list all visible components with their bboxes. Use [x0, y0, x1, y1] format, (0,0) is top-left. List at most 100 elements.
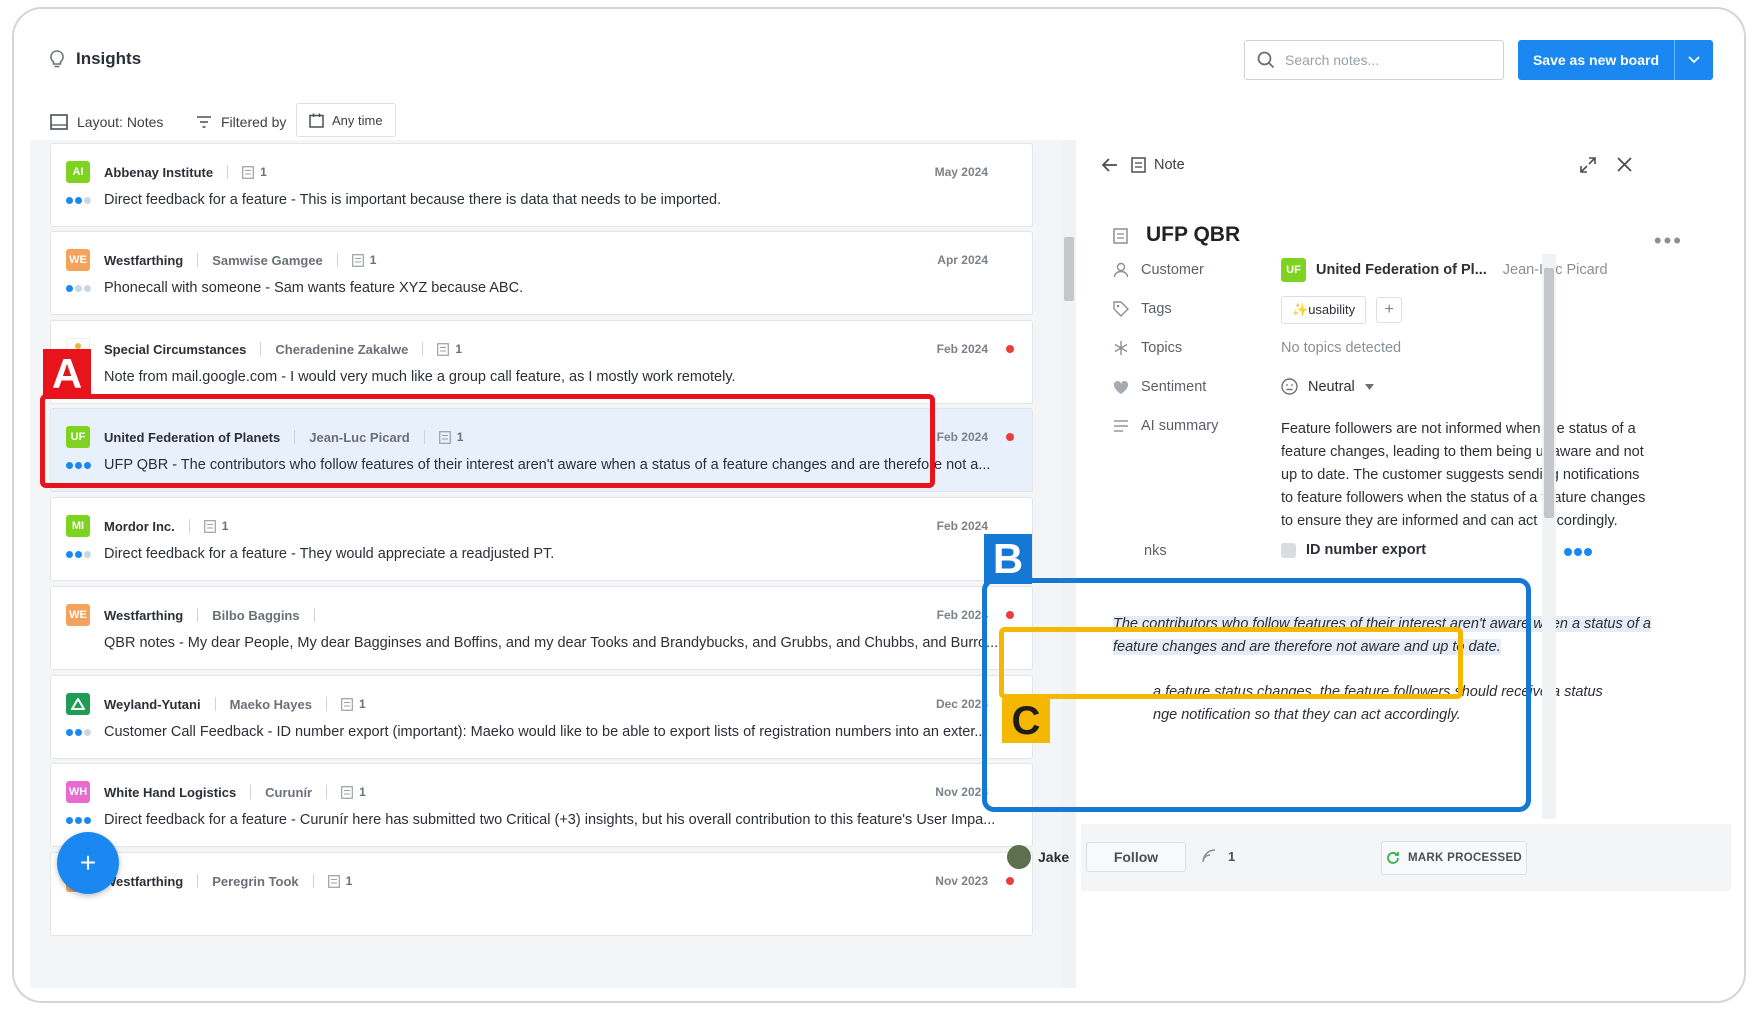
- divider: [227, 165, 229, 179]
- note-date: Apr 2024: [937, 253, 988, 267]
- note-date: Feb 2024: [936, 430, 988, 444]
- save-as-board-button[interactable]: Save as new board: [1518, 40, 1713, 80]
- links-label: nks: [1144, 543, 1167, 559]
- calendar-icon: [309, 113, 324, 128]
- customer-field-label: Customer: [1113, 262, 1204, 278]
- importance-dots-icon: [66, 816, 104, 824]
- note-date: Dec 2023: [935, 697, 988, 711]
- scrollbar-thumb[interactable]: [1064, 237, 1074, 301]
- company-name[interactable]: Weyland-Yutani: [104, 697, 201, 712]
- mark-processed-button[interactable]: MARK PROCESSED: [1381, 841, 1527, 875]
- page-title-text: Insights: [76, 49, 142, 68]
- divider: [250, 785, 252, 799]
- divider: [422, 342, 424, 356]
- divider: [313, 608, 315, 622]
- note-title: UFP QBR: [1113, 223, 1240, 247]
- linked-feature[interactable]: ID number export: [1281, 542, 1426, 558]
- expand-icon[interactable]: [1580, 157, 1596, 173]
- sentiment-label: Sentiment: [1141, 379, 1207, 395]
- feature-square-icon: [1281, 542, 1296, 558]
- note-card-header: AI Abbenay Institute 1 May 2024: [66, 161, 1014, 183]
- company-logo-icon: [66, 693, 90, 715]
- search-icon: [1257, 51, 1275, 69]
- add-tag-button[interactable]: +: [1376, 297, 1403, 323]
- note-card-header: WE Westfarthing Samwise Gamgee 1 Apr 2024: [66, 249, 1014, 271]
- company-name[interactable]: Westfarthing: [104, 253, 183, 268]
- save-dropdown-button[interactable]: [1675, 40, 1713, 80]
- customer-name[interactable]: United Federation of Pl...: [1316, 262, 1487, 278]
- person-name[interactable]: Samwise Gamgee: [212, 253, 323, 268]
- insight-count: 1: [341, 697, 366, 711]
- note-card[interactable]: MI Mordor Inc. 1 Feb 2024 Direct feedback fo…: [50, 497, 1033, 581]
- more-options-icon[interactable]: •••: [1654, 228, 1683, 254]
- note-title-text[interactable]: UFP QBR: [1146, 223, 1240, 247]
- person-name[interactable]: Peregrin Took: [212, 874, 298, 889]
- top-bar: Insights Save as new board: [14, 9, 1744, 99]
- links-field-label: nks: [1144, 543, 1167, 559]
- panel-scrollbar[interactable]: [1542, 254, 1556, 819]
- note-date: May 2024: [934, 165, 988, 179]
- company-name[interactable]: Special Circumstances: [104, 342, 246, 357]
- document-icon: [327, 874, 340, 888]
- note-card[interactable]: Weyland-Yutani Maeko Hayes 1 Dec 2023 Custom…: [50, 675, 1033, 759]
- company-badge: MI: [66, 515, 90, 537]
- document-icon: [437, 342, 450, 356]
- importance-dots-icon[interactable]: [1564, 548, 1592, 556]
- followers-icon: [1202, 849, 1216, 863]
- note-card[interactable]: WE Westfarthing Bilbo Baggins Feb 2024 QBR n…: [50, 586, 1033, 670]
- document-icon: [351, 253, 364, 267]
- person-name[interactable]: Bilbo Baggins: [212, 608, 299, 623]
- insight-count: 1: [341, 785, 366, 799]
- add-note-button[interactable]: +: [57, 832, 119, 894]
- filter-button[interactable]: Filtered by: [196, 107, 286, 137]
- save-as-board-label[interactable]: Save as new board: [1518, 40, 1675, 80]
- search-input[interactable]: [1285, 52, 1485, 68]
- note-card[interactable]: Special Circumstances Cheradenine Zakalwe…: [50, 320, 1033, 404]
- unprocessed-dot: [1006, 877, 1014, 885]
- filter-bar: Layout: Notes Filtered by Any time: [14, 99, 1744, 143]
- company-name[interactable]: Abbenay Institute: [104, 165, 213, 180]
- follow-button[interactable]: Follow: [1086, 842, 1186, 872]
- note-summary: Phonecall with someone - Sam wants featu…: [104, 280, 524, 296]
- tag-chip[interactable]: ✨usability: [1281, 296, 1367, 324]
- owner-name[interactable]: Jake: [1038, 849, 1069, 865]
- person-name[interactable]: Cheradenine Zakalwe: [275, 342, 408, 357]
- person-name[interactable]: Maeko Hayes: [230, 697, 312, 712]
- back-arrow-icon[interactable]: [1101, 157, 1119, 173]
- customer-value[interactable]: UF United Federation of Pl... Jean-Luc P…: [1281, 258, 1608, 282]
- page-title: Insights: [48, 49, 141, 69]
- company-name[interactable]: Westfarthing: [104, 608, 183, 623]
- note-card-body: Phonecall with someone - Sam wants featu…: [66, 280, 1014, 296]
- customer-badge: UF: [1281, 258, 1306, 282]
- mark-processed-label: MARK PROCESSED: [1407, 852, 1523, 864]
- note-summary: QBR notes - My dear People, My dear Bagg…: [104, 635, 999, 651]
- company-badge: WE: [66, 604, 90, 626]
- tag-text: usability: [1308, 302, 1356, 317]
- note-card[interactable]: WEWestfarthingPeregrin Took1Nov 2023: [50, 852, 1033, 936]
- search-box[interactable]: [1244, 40, 1504, 80]
- note-card[interactable]: WH White Hand Logistics Curunír 1 Nov 2023 Di…: [50, 763, 1033, 847]
- company-name[interactable]: Mordor Inc.: [104, 519, 175, 534]
- document-icon: [341, 785, 354, 799]
- time-filter-chip[interactable]: Any time: [296, 103, 396, 137]
- importance-dots-icon: [66, 284, 104, 292]
- person-name[interactable]: Curunír: [265, 785, 312, 800]
- company-name[interactable]: White Hand Logistics: [104, 785, 236, 800]
- note-card[interactable]: WE Westfarthing Samwise Gamgee 1 Apr 2024 Pho…: [50, 231, 1033, 315]
- note-card-header: WH White Hand Logistics Curunír 1 Nov 2023: [66, 781, 1014, 803]
- sentiment-selector[interactable]: Neutral: [1281, 378, 1374, 395]
- linked-feature-name[interactable]: ID number export: [1306, 542, 1426, 558]
- unprocessed-dot: [1006, 433, 1014, 441]
- note-card-body: [66, 901, 1014, 908]
- panel-scrollbar-thumb[interactable]: [1544, 268, 1554, 518]
- note-card[interactable]: AI Abbenay Institute 1 May 2024 Direct feedb…: [50, 143, 1033, 227]
- annotation-label-c: C: [1002, 699, 1050, 743]
- company-badge: WH: [66, 781, 90, 803]
- annotation-label-a: A: [43, 349, 91, 399]
- layout-selector[interactable]: Layout: Notes: [50, 107, 163, 137]
- importance-dots-icon: [66, 640, 104, 647]
- company-badge: WE: [66, 249, 90, 271]
- close-icon[interactable]: [1617, 157, 1632, 172]
- topics-field-label: Topics: [1113, 340, 1182, 356]
- note-card-body: Direct feedback for a feature - This is …: [66, 192, 1014, 208]
